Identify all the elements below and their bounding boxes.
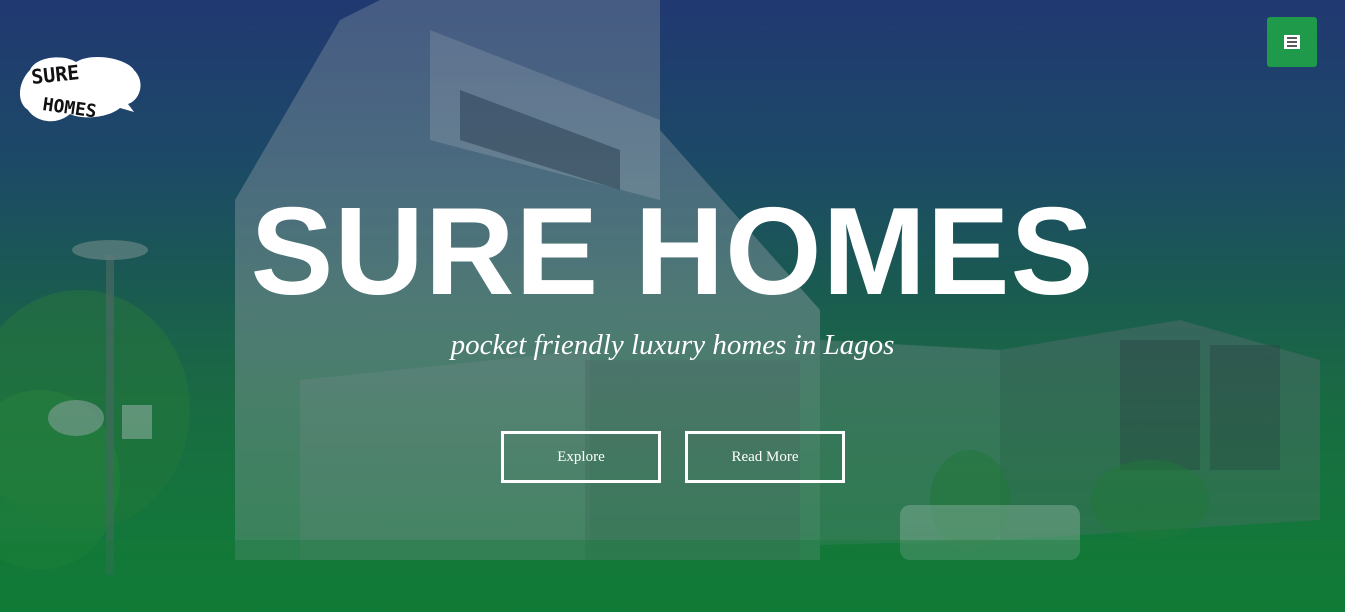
hamburger-menu-icon: [1284, 35, 1300, 49]
svg-text:SURE: SURE: [30, 60, 80, 89]
explore-button[interactable]: Explore: [501, 431, 661, 483]
menu-toggle-button[interactable]: [1267, 17, 1317, 67]
hero-tagline: pocket friendly luxury homes in Lagos: [450, 329, 895, 361]
read-more-button[interactable]: Read More: [685, 431, 845, 483]
hero-section: SURE HOMES SURE HOMES pocket friendly lu…: [0, 0, 1345, 612]
hero-title: SURE HOMES: [250, 183, 1095, 321]
brand-logo[interactable]: SURE HOMES: [16, 52, 142, 128]
